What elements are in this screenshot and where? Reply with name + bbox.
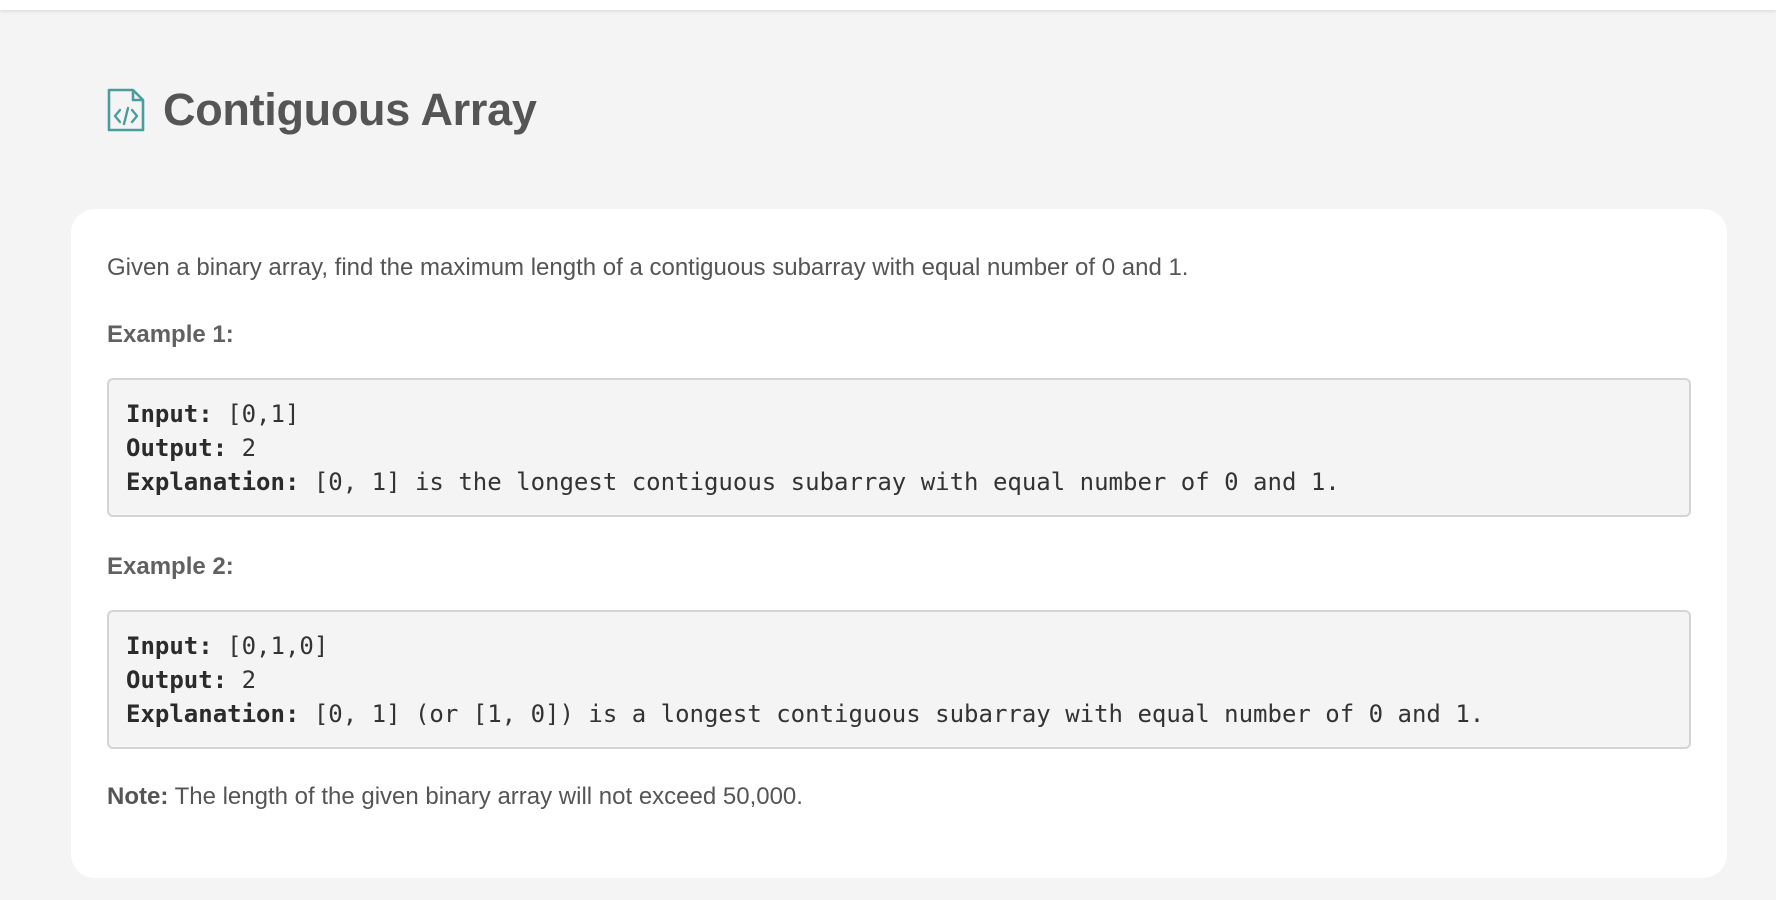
output-value: 2 [227, 434, 257, 462]
example-1-input-line: Input: [0,1] [126, 397, 1672, 431]
top-bar [0, 0, 1776, 10]
example-2-input-line: Input: [0,1,0] [126, 629, 1672, 663]
code-file-icon [107, 88, 145, 132]
example-1-heading: Example 1: [107, 321, 234, 348]
explanation-value: [0, 1] is the longest contiguous subarra… [299, 468, 1340, 496]
example-1-output-line: Output: 2 [126, 431, 1672, 465]
example-1-explanation-line: Explanation: [0, 1] is the longest conti… [126, 465, 1672, 499]
explanation-label: Explanation: [126, 468, 300, 496]
example-2-heading: Example 2: [107, 553, 234, 580]
example-2-output-line: Output: 2 [126, 663, 1672, 697]
output-value: 2 [227, 666, 257, 694]
problem-note: Note: The length of the given binary arr… [107, 781, 803, 813]
input-value: [0,1] [212, 400, 300, 428]
problem-card: Given a binary array, find the maximum l… [71, 209, 1727, 878]
example-1-code-block: Input: [0,1] Output: 2 Explanation: [0, … [107, 378, 1691, 517]
problem-description: Given a binary array, find the maximum l… [107, 254, 1189, 281]
explanation-value: [0, 1] (or [1, 0]) is a longest contiguo… [299, 700, 1485, 728]
page-header: Contiguous Array [107, 84, 537, 135]
page-title: Contiguous Array [163, 84, 537, 135]
output-label: Output: [126, 434, 228, 462]
example-2-explanation-line: Explanation: [0, 1] (or [1, 0]) is a lon… [126, 697, 1672, 731]
input-label: Input: [126, 632, 213, 660]
note-label: Note: [107, 783, 169, 810]
input-label: Input: [126, 400, 213, 428]
output-label: Output: [126, 666, 228, 694]
example-2-code-block: Input: [0,1,0] Output: 2 Explanation: [0… [107, 610, 1691, 749]
note-text: The length of the given binary array wil… [168, 783, 803, 810]
explanation-label: Explanation: [126, 700, 300, 728]
input-value: [0,1,0] [212, 632, 329, 660]
